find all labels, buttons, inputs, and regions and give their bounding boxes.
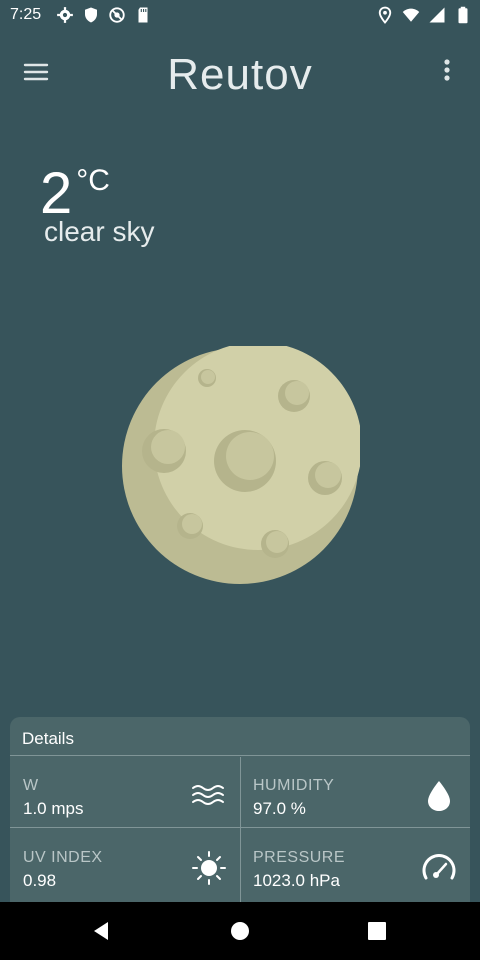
details-title: Details [22, 729, 74, 748]
wind-waves-icon [190, 777, 228, 815]
city-title: Reutov [167, 50, 313, 99]
pressure-value: 1023.0 hPa [253, 871, 340, 890]
status-time: 7:25 [10, 6, 42, 23]
battery-icon [454, 6, 472, 24]
uv-index-value: 0.98 [23, 871, 57, 890]
humidity-label: HUMIDITY [253, 777, 335, 794]
humidity-value: 97.0 % [253, 799, 306, 818]
detail-wind: W 1.0 mps [10, 757, 240, 829]
gear-icon [56, 6, 74, 24]
uv-index-label: UV INDEX [23, 849, 103, 866]
location-icon [376, 6, 394, 24]
navigation-bar [0, 902, 480, 960]
signal-icon [428, 6, 446, 24]
sun-icon [190, 849, 228, 887]
divider [10, 755, 470, 756]
sd-card-icon [134, 6, 152, 24]
wifi-icon [402, 6, 420, 24]
more-vertical-icon[interactable] [430, 54, 464, 88]
water-drop-icon [420, 777, 458, 815]
wind-label: W [23, 777, 39, 794]
home-icon[interactable] [225, 916, 255, 946]
temperature-unit: °C [76, 164, 110, 197]
weather-description: clear sky [44, 216, 155, 247]
detail-pressure: PRESSURE 1023.0 hPa [240, 829, 470, 901]
shield-icon [82, 6, 100, 24]
gauge-icon [420, 849, 458, 887]
detail-humidity: HUMIDITY 97.0 % [240, 757, 470, 829]
detail-uv-index: UV INDEX 0.98 [10, 829, 240, 901]
recents-icon[interactable] [362, 916, 392, 946]
no-disturb-icon [108, 6, 126, 24]
moon-icon [120, 342, 362, 586]
pressure-label: PRESSURE [253, 849, 346, 866]
app-bar: Reutov [0, 40, 480, 104]
back-icon[interactable] [86, 916, 116, 946]
status-bar: 7:25 [0, 0, 480, 32]
wind-value: 1.0 mps [23, 799, 84, 818]
details-card: Details W 1.0 mps HUMIDITY 97.0 % UV IND… [10, 717, 470, 903]
